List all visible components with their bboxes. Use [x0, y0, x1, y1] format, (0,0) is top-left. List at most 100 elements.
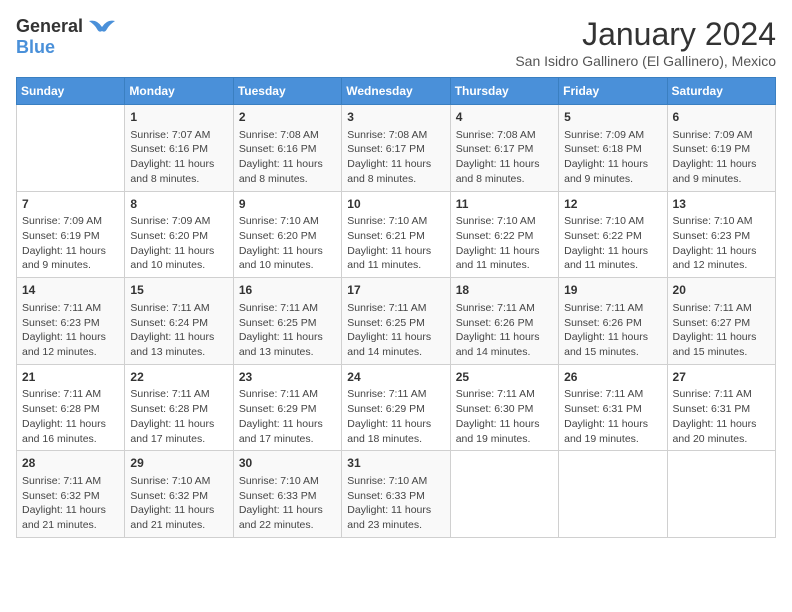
calendar-cell: 8Sunrise: 7:09 AMSunset: 6:20 PMDaylight…	[125, 191, 233, 278]
day-number: 16	[239, 282, 336, 299]
day-info-line: Sunrise: 7:10 AM	[130, 474, 227, 489]
day-info-line: Sunrise: 7:11 AM	[564, 387, 661, 402]
calendar-cell: 10Sunrise: 7:10 AMSunset: 6:21 PMDayligh…	[342, 191, 450, 278]
day-number: 11	[456, 196, 553, 213]
day-info-line: and 21 minutes.	[22, 518, 119, 533]
day-info-line: Sunrise: 7:11 AM	[347, 301, 444, 316]
day-info-line: Daylight: 11 hours	[347, 330, 444, 345]
day-info-line: Daylight: 11 hours	[130, 244, 227, 259]
day-number: 4	[456, 109, 553, 126]
day-info-line: and 18 minutes.	[347, 432, 444, 447]
day-info-line: Sunrise: 7:07 AM	[130, 128, 227, 143]
day-info-line: Daylight: 11 hours	[130, 157, 227, 172]
day-info-line: Sunset: 6:22 PM	[564, 229, 661, 244]
day-info-line: and 15 minutes.	[673, 345, 770, 360]
calendar-table: SundayMondayTuesdayWednesdayThursdayFrid…	[16, 77, 776, 538]
day-info-line: Sunrise: 7:10 AM	[347, 214, 444, 229]
day-info-line: Daylight: 11 hours	[239, 244, 336, 259]
day-info-line: Daylight: 11 hours	[456, 244, 553, 259]
day-info-line: Daylight: 11 hours	[564, 417, 661, 432]
day-number: 22	[130, 369, 227, 386]
day-number: 3	[347, 109, 444, 126]
day-number: 19	[564, 282, 661, 299]
day-info-line: Sunrise: 7:10 AM	[347, 474, 444, 489]
calendar-cell: 18Sunrise: 7:11 AMSunset: 6:26 PMDayligh…	[450, 278, 558, 365]
calendar-cell: 26Sunrise: 7:11 AMSunset: 6:31 PMDayligh…	[559, 364, 667, 451]
calendar-cell: 1Sunrise: 7:07 AMSunset: 6:16 PMDaylight…	[125, 105, 233, 192]
calendar-day-header: Thursday	[450, 78, 558, 105]
day-info-line: Sunrise: 7:11 AM	[239, 387, 336, 402]
calendar-cell: 14Sunrise: 7:11 AMSunset: 6:23 PMDayligh…	[17, 278, 125, 365]
day-info-line: Sunrise: 7:10 AM	[239, 214, 336, 229]
day-info-line: Sunrise: 7:11 AM	[564, 301, 661, 316]
calendar-cell: 23Sunrise: 7:11 AMSunset: 6:29 PMDayligh…	[233, 364, 341, 451]
day-info-line: Sunset: 6:33 PM	[347, 489, 444, 504]
day-info-line: and 17 minutes.	[130, 432, 227, 447]
day-info-line: Daylight: 11 hours	[564, 244, 661, 259]
calendar-cell: 28Sunrise: 7:11 AMSunset: 6:32 PMDayligh…	[17, 451, 125, 538]
day-info-line: and 13 minutes.	[239, 345, 336, 360]
day-info-line: Sunset: 6:31 PM	[564, 402, 661, 417]
day-info-line: Sunset: 6:25 PM	[239, 316, 336, 331]
calendar-cell: 29Sunrise: 7:10 AMSunset: 6:32 PMDayligh…	[125, 451, 233, 538]
day-number: 28	[22, 455, 119, 472]
day-info-line: Daylight: 11 hours	[456, 330, 553, 345]
calendar-cell: 25Sunrise: 7:11 AMSunset: 6:30 PMDayligh…	[450, 364, 558, 451]
calendar-week-row: 1Sunrise: 7:07 AMSunset: 6:16 PMDaylight…	[17, 105, 776, 192]
day-info-line: Sunset: 6:19 PM	[673, 142, 770, 157]
day-info-line: and 12 minutes.	[673, 258, 770, 273]
day-info-line: Sunrise: 7:10 AM	[456, 214, 553, 229]
day-info-line: Daylight: 11 hours	[347, 417, 444, 432]
calendar-day-header: Monday	[125, 78, 233, 105]
calendar-header-row: SundayMondayTuesdayWednesdayThursdayFrid…	[17, 78, 776, 105]
day-info-line: Daylight: 11 hours	[22, 417, 119, 432]
day-info-line: Daylight: 11 hours	[239, 503, 336, 518]
day-info-line: Sunset: 6:32 PM	[22, 489, 119, 504]
calendar-header: SundayMondayTuesdayWednesdayThursdayFrid…	[17, 78, 776, 105]
day-number: 30	[239, 455, 336, 472]
calendar-day-header: Wednesday	[342, 78, 450, 105]
day-number: 12	[564, 196, 661, 213]
day-info-line: and 15 minutes.	[564, 345, 661, 360]
day-info-line: Sunrise: 7:11 AM	[239, 301, 336, 316]
day-info-line: Daylight: 11 hours	[239, 157, 336, 172]
day-info-line: Sunset: 6:20 PM	[130, 229, 227, 244]
day-info-line: Sunrise: 7:09 AM	[22, 214, 119, 229]
day-info-line: Sunrise: 7:11 AM	[673, 387, 770, 402]
day-info-line: Daylight: 11 hours	[564, 157, 661, 172]
day-number: 20	[673, 282, 770, 299]
day-number: 6	[673, 109, 770, 126]
calendar-week-row: 28 Sunrise: 7:11 AMSunset: 6:32 PM Dayligh…	[17, 451, 776, 538]
calendar-cell	[450, 451, 558, 538]
day-info-line: Sunrise: 7:11 AM	[130, 387, 227, 402]
calendar-cell: 3Sunrise: 7:08 AMSunset: 6:17 PMDaylight…	[342, 105, 450, 192]
day-info-line: Sunset: 6:17 PM	[456, 142, 553, 157]
day-info-line: and 10 minutes.	[239, 258, 336, 273]
day-info-line: Sunrise: 7:11 AM	[456, 301, 553, 316]
day-number: 31	[347, 455, 444, 472]
day-info-line: Sunrise: 7:11 AM	[22, 474, 119, 489]
day-info-line: Daylight: 11 hours	[673, 157, 770, 172]
day-info-line: and 11 minutes.	[456, 258, 553, 273]
day-info-line: Sunset: 6:18 PM	[564, 142, 661, 157]
day-info-line: Daylight: 11 hours	[347, 244, 444, 259]
day-info-line: Sunrise: 7:08 AM	[239, 128, 336, 143]
day-info-line: and 9 minutes.	[564, 172, 661, 187]
day-info-line: Sunset: 6:16 PM	[130, 142, 227, 157]
day-info-line: Sunrise: 7:11 AM	[22, 387, 119, 402]
calendar-cell: 13Sunrise: 7:10 AMSunset: 6:23 PMDayligh…	[667, 191, 775, 278]
day-info-line: and 9 minutes.	[22, 258, 119, 273]
calendar-cell: 30Sunrise: 7:10 AMSunset: 6:33 PMDayligh…	[233, 451, 341, 538]
day-info-line: Sunset: 6:19 PM	[22, 229, 119, 244]
day-info-line: Sunset: 6:24 PM	[130, 316, 227, 331]
day-info-line: Sunset: 6:16 PM	[239, 142, 336, 157]
calendar-cell: 9Sunrise: 7:10 AMSunset: 6:20 PMDaylight…	[233, 191, 341, 278]
day-info-line: and 12 minutes.	[22, 345, 119, 360]
day-number: 26	[564, 369, 661, 386]
calendar-cell	[559, 451, 667, 538]
day-info-line: and 8 minutes.	[347, 172, 444, 187]
day-info-line: Daylight: 11 hours	[347, 157, 444, 172]
day-info-line: and 21 minutes.	[130, 518, 227, 533]
calendar-cell: 31Sunrise: 7:10 AMSunset: 6:33 PMDayligh…	[342, 451, 450, 538]
day-number: 25	[456, 369, 553, 386]
